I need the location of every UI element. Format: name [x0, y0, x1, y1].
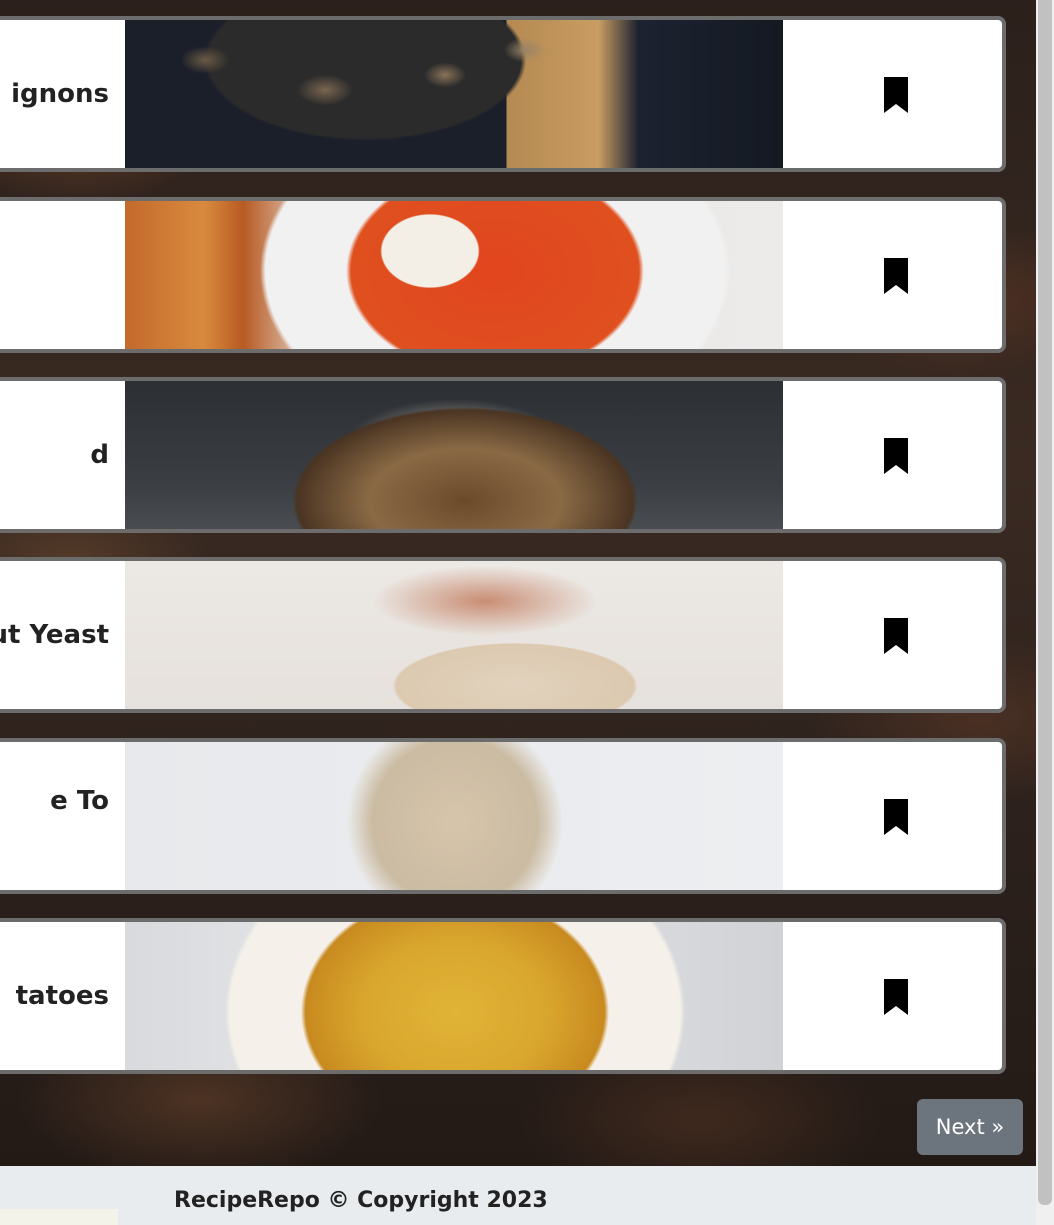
recipe-title[interactable]: d [0, 381, 129, 529]
recipe-image[interactable] [125, 381, 783, 529]
recipe-image[interactable] [125, 201, 783, 349]
recipe-card[interactable]: tatoes [0, 918, 1006, 1074]
bookmark-icon[interactable] [882, 258, 910, 294]
footer-copyright: RecipeRepo © Copyright 2023 [174, 1188, 548, 1213]
recipe-image[interactable] [125, 922, 783, 1070]
scrollbar-thumb[interactable] [1038, 0, 1052, 1205]
recipe-image[interactable] [125, 20, 783, 168]
recipe-card[interactable]: ignons [0, 16, 1006, 172]
bookmark-icon[interactable] [882, 438, 910, 474]
recipe-title[interactable]: ignons [0, 20, 129, 168]
recipe-card[interactable]: d [0, 377, 1006, 533]
bookmark-icon[interactable] [882, 77, 910, 113]
recipe-card[interactable]: e To [0, 738, 1006, 894]
recipe-title[interactable] [0, 201, 129, 349]
recipe-card[interactable] [0, 197, 1006, 353]
recipe-image[interactable] [125, 561, 783, 709]
recipe-title[interactable]: tatoes [0, 922, 129, 1070]
status-tooltip [0, 1209, 118, 1225]
recipe-image[interactable] [125, 742, 783, 890]
recipe-title[interactable]: e To [0, 742, 129, 890]
recipe-title[interactable]: ut Yeast [0, 561, 129, 709]
next-page-button[interactable]: Next » [917, 1099, 1023, 1155]
bookmark-icon[interactable] [882, 618, 910, 654]
recipe-card[interactable]: ut Yeast [0, 557, 1006, 713]
bookmark-icon[interactable] [882, 979, 910, 1015]
bookmark-icon[interactable] [882, 799, 910, 835]
